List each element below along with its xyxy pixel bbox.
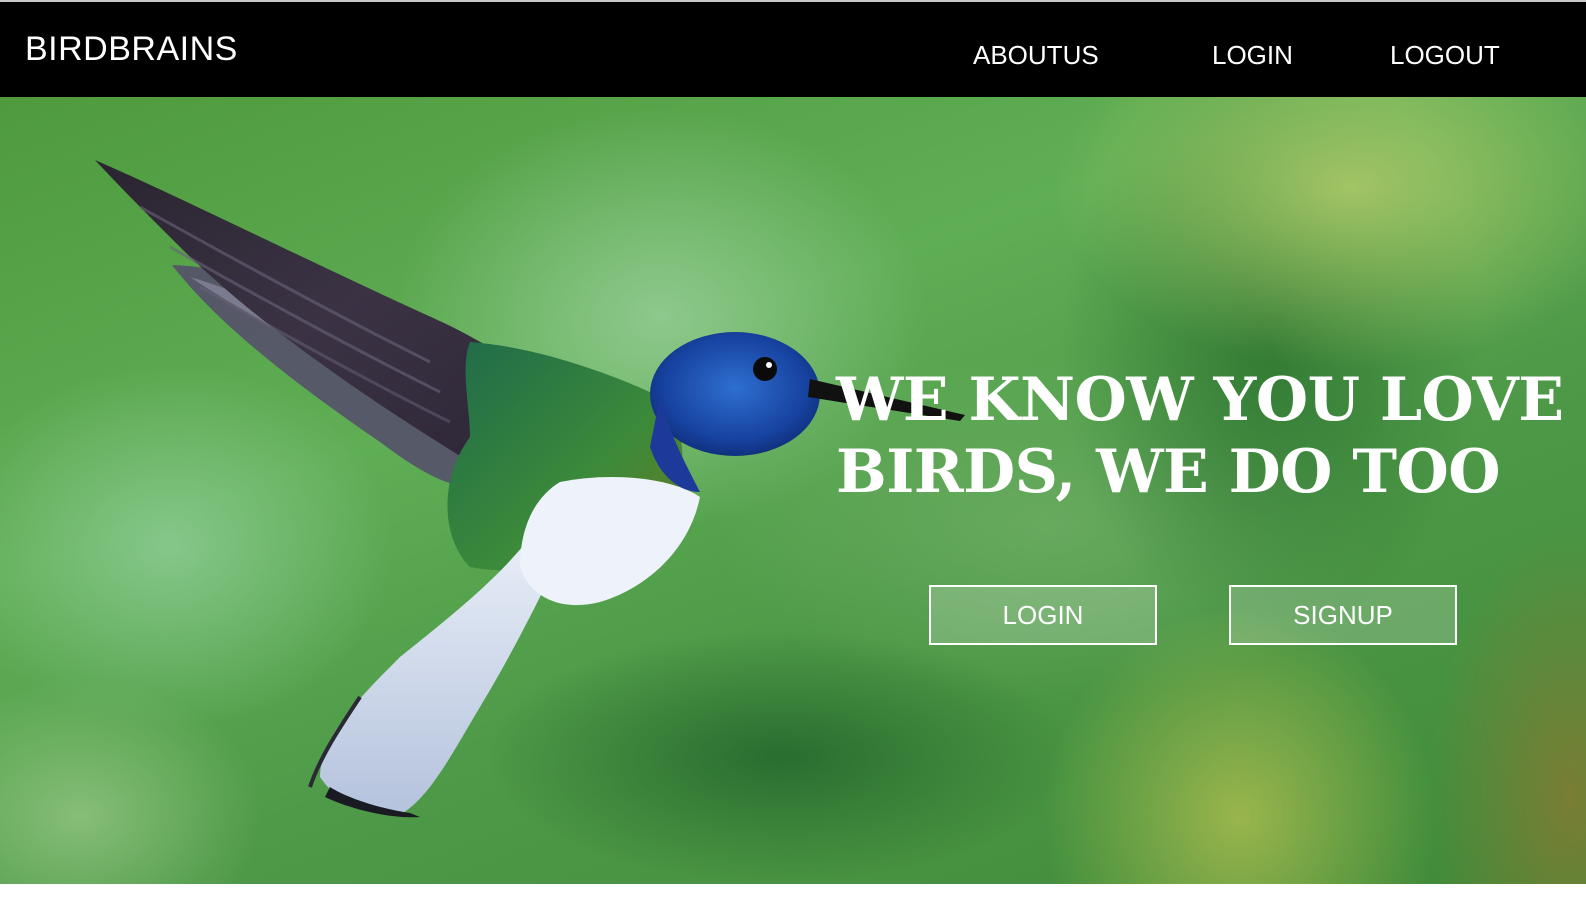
hero-headline: WE KNOW YOU LOVE BIRDS, WE DO TOO bbox=[836, 364, 1576, 508]
navbar: BIRDBRAINS ABOUTUS LOGIN LOGOUT bbox=[0, 2, 1586, 97]
nav-link-logout[interactable]: LOGOUT bbox=[1390, 40, 1500, 71]
nav-link-aboutus[interactable]: ABOUTUS bbox=[973, 40, 1099, 71]
hero-login-button[interactable]: LOGIN bbox=[929, 585, 1157, 645]
hero-headline-line2: BIRDS, WE DO TOO bbox=[836, 437, 1501, 507]
nav-link-login[interactable]: LOGIN bbox=[1212, 40, 1293, 71]
hero-section: WE KNOW YOU LOVE BIRDS, WE DO TOO LOGIN … bbox=[0, 97, 1586, 898]
hero-headline-line1: WE KNOW YOU LOVE bbox=[836, 365, 1564, 435]
page-bottom-margin bbox=[0, 884, 1586, 898]
landing-page: BIRDBRAINS ABOUTUS LOGIN LOGOUT WE KNOW … bbox=[0, 0, 1586, 898]
hero-signup-button[interactable]: SIGNUP bbox=[1229, 585, 1457, 645]
brand-logo[interactable]: BIRDBRAINS bbox=[25, 30, 238, 69]
